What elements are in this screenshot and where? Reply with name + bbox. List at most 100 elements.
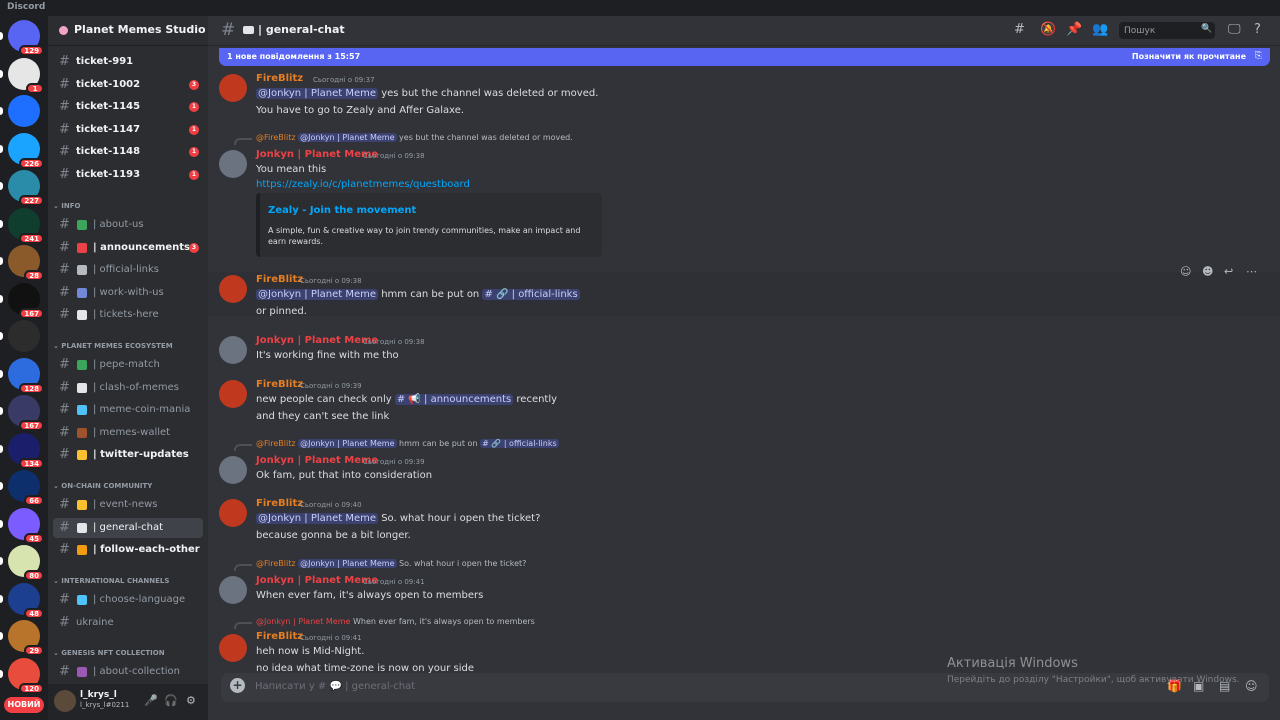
server-icon[interactable]: 134 bbox=[0, 432, 44, 469]
channel-ticket-1145[interactable]: # ticket-1145 1 bbox=[53, 97, 203, 117]
server-icon[interactable]: 129 bbox=[0, 20, 44, 56]
message-author[interactable]: Jonkyn | Planet Meme bbox=[256, 149, 378, 160]
user-mention[interactable]: @Jonkyn | Planet Meme bbox=[256, 289, 379, 300]
channel-ticket-1147[interactable]: # ticket-1147 1 bbox=[53, 120, 203, 140]
server-icon[interactable]: 128 bbox=[0, 357, 44, 394]
server-icon[interactable]: 29 bbox=[0, 620, 44, 656]
message-author[interactable]: Jonkyn | Planet Meme bbox=[256, 575, 378, 586]
add-reaction-icon[interactable]: ☺ bbox=[1180, 265, 1191, 278]
server-icon[interactable] bbox=[0, 320, 40, 352]
avatar[interactable] bbox=[219, 275, 247, 303]
message-author[interactable]: Jonkyn | Planet Meme bbox=[256, 455, 378, 466]
server-icon[interactable]: 120 bbox=[0, 657, 44, 694]
chevron-down-icon: ⌄ bbox=[187, 21, 196, 32]
server-icon[interactable]: 167 bbox=[0, 395, 44, 431]
attach-plus-icon[interactable]: + bbox=[230, 678, 245, 693]
server-icon[interactable]: 48 bbox=[0, 582, 44, 619]
channel-follow-each-other[interactable]: # | follow-each-other bbox=[53, 540, 203, 560]
message-link[interactable]: https://zealy.io/c/planetmemes/questboar… bbox=[256, 179, 470, 190]
channel-label: | twitter-updates bbox=[93, 449, 189, 460]
channel-twitter-updates[interactable]: # | twitter-updates bbox=[53, 445, 203, 465]
channel-tickets-here[interactable]: # | tickets-here bbox=[53, 305, 203, 325]
more-icon[interactable]: ⋯ bbox=[1246, 265, 1257, 278]
inbox-icon[interactable]: 🖵 bbox=[1228, 22, 1241, 37]
message-author[interactable]: Jonkyn | Planet Meme bbox=[256, 335, 378, 346]
pin-icon[interactable]: 📌 bbox=[1066, 22, 1082, 37]
avatar[interactable] bbox=[219, 150, 247, 178]
reply-icon[interactable]: ↩ bbox=[1224, 265, 1233, 278]
channel-category[interactable]: ⌄ ON-CHAIN COMMUNITY bbox=[53, 482, 152, 490]
embed-title[interactable]: Zealy - Join the movement bbox=[268, 205, 416, 216]
channel-memes-wallet[interactable]: # | memes-wallet bbox=[53, 423, 203, 443]
server-icon[interactable] bbox=[0, 95, 40, 127]
server-icon[interactable]: 226 bbox=[0, 132, 44, 169]
composer-placeholder[interactable]: Написати у # 💬 | general-chat bbox=[255, 681, 415, 692]
channel-event-news[interactable]: # | event-news bbox=[53, 495, 203, 515]
channel-category[interactable]: ⌄ INFO bbox=[53, 202, 81, 210]
reply-preview[interactable]: @FireBlitz @Jonkyn | Planet Meme yes but… bbox=[256, 133, 573, 142]
message-author[interactable]: FireBlitz bbox=[256, 379, 303, 390]
server-icon[interactable]: 1 bbox=[0, 57, 44, 94]
new-servers-pill[interactable]: НОВИЙ bbox=[4, 697, 44, 713]
server-icon[interactable]: 45 bbox=[0, 507, 44, 544]
members-icon[interactable]: 👥 bbox=[1092, 22, 1108, 37]
channel-mention[interactable]: # 📢 | announcements bbox=[394, 394, 514, 405]
mention-badge: 134 bbox=[19, 457, 44, 469]
avatar[interactable] bbox=[219, 380, 247, 408]
channel-category[interactable]: ⌄ PLANET MEMES ECOSYSTEM bbox=[53, 342, 173, 350]
emoji-icon[interactable]: ☺ bbox=[1245, 679, 1258, 693]
message-author[interactable]: FireBlitz bbox=[256, 73, 303, 84]
reply-preview[interactable]: @FireBlitz @Jonkyn | Planet Meme So. wha… bbox=[256, 559, 526, 568]
channel-ticket-991[interactable]: # ticket-991 bbox=[53, 52, 203, 72]
mute-bell-icon[interactable]: 🔕 bbox=[1040, 22, 1056, 37]
avatar[interactable] bbox=[219, 499, 247, 527]
channel-mention[interactable]: # 🔗 | official-links bbox=[482, 289, 580, 300]
server-list: 129 1 226 227 241 28 167 128 167 134 66 45 80 48 29 120 bbox=[0, 16, 48, 720]
reply-preview[interactable]: @Jonkyn | Planet Meme When ever fam, it'… bbox=[256, 617, 535, 626]
message-author[interactable]: FireBlitz bbox=[256, 274, 303, 285]
channel-work-with-us[interactable]: # | work-with-us bbox=[53, 283, 203, 303]
channel-about-collection[interactable]: # | about-collection bbox=[53, 662, 203, 682]
channel-ukraine[interactable]: # ukraine bbox=[53, 613, 203, 633]
reply-preview[interactable]: @FireBlitz @Jonkyn | Planet Meme hmm can… bbox=[256, 439, 559, 448]
microphone-icon[interactable]: 🎤 bbox=[144, 694, 158, 707]
channel-official-links[interactable]: # | official-links bbox=[53, 260, 203, 280]
channel-general-chat[interactable]: # | general-chat bbox=[53, 517, 203, 538]
user-mention[interactable]: @Jonkyn | Planet Meme bbox=[256, 513, 379, 524]
avatar[interactable] bbox=[219, 634, 247, 662]
gear-icon[interactable]: ⚙ bbox=[186, 694, 196, 707]
channel-ticket-1002[interactable]: # ticket-1002 3 bbox=[53, 75, 203, 95]
message-timestamp: Сьогодні о 09:41 bbox=[300, 634, 362, 642]
channel-category[interactable]: ⌄ GENESIS NFT COLLECTION bbox=[53, 649, 165, 657]
channel-ticket-1148[interactable]: # ticket-1148 1 bbox=[53, 142, 203, 162]
guild-header[interactable]: Planet Memes Studio ⌄ bbox=[48, 16, 208, 46]
react-icon[interactable]: ☻ bbox=[1202, 265, 1213, 278]
channel-about-us[interactable]: # | about-us bbox=[53, 215, 203, 235]
new-messages-bar[interactable]: 1 нове повідомлення з 15:57 Позначити як… bbox=[219, 48, 1270, 66]
message-author[interactable]: FireBlitz bbox=[256, 631, 303, 642]
channel-clash-of-memes[interactable]: # | clash-of-memes bbox=[53, 378, 203, 398]
message-author[interactable]: FireBlitz bbox=[256, 498, 303, 509]
server-icon[interactable]: 167 bbox=[0, 282, 44, 319]
user-mention[interactable]: @Jonkyn | Planet Meme bbox=[256, 88, 379, 99]
server-icon[interactable]: 80 bbox=[0, 545, 44, 581]
channel-announcements[interactable]: # | announcements 3 bbox=[53, 238, 203, 258]
avatar[interactable] bbox=[219, 456, 247, 484]
avatar[interactable] bbox=[54, 690, 76, 712]
help-icon[interactable]: ? bbox=[1254, 22, 1261, 37]
avatar[interactable] bbox=[219, 74, 247, 102]
channel-choose-language[interactable]: # | choose-language bbox=[53, 590, 203, 610]
avatar[interactable] bbox=[219, 336, 247, 364]
mark-as-read-button[interactable]: Позначити як прочитане bbox=[1132, 52, 1246, 61]
server-icon[interactable]: 227 bbox=[0, 170, 44, 206]
channel-ticket-1193[interactable]: # ticket-1193 1 bbox=[53, 165, 203, 185]
server-icon[interactable]: 241 bbox=[0, 207, 44, 244]
avatar[interactable] bbox=[219, 576, 247, 604]
channel-pepe-match[interactable]: # | pepe-match bbox=[53, 355, 203, 375]
threads-icon[interactable]: # bbox=[1014, 22, 1025, 37]
server-icon[interactable]: 66 bbox=[0, 470, 44, 506]
channel-meme-coin-mania[interactable]: # | meme-coin-mania bbox=[53, 400, 203, 420]
server-icon[interactable]: 28 bbox=[0, 245, 44, 281]
headphones-icon[interactable]: 🎧 bbox=[164, 694, 178, 707]
channel-category[interactable]: ⌄ INTERNATIONAL CHANNELS bbox=[53, 577, 169, 585]
